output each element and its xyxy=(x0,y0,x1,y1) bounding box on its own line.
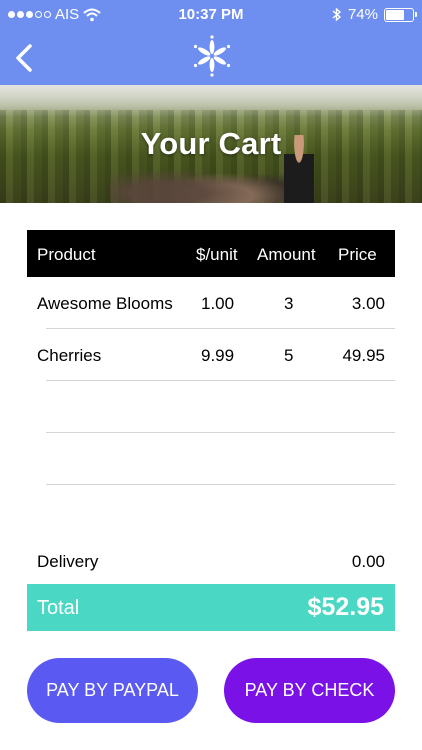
header-amount: Amount xyxy=(257,245,316,264)
row-price: 3.00 xyxy=(351,294,385,313)
row-amount: 3 xyxy=(284,294,294,313)
table-row xyxy=(27,433,395,485)
chevron-left-icon xyxy=(16,44,32,72)
table-row xyxy=(27,381,395,433)
row-product: Cherries xyxy=(37,346,102,365)
total-value: $52.95 xyxy=(307,593,384,621)
nav-bar xyxy=(0,30,422,85)
status-bar: AIS 10:37 PM 74% xyxy=(0,0,422,30)
total-bar: Total $52.95 xyxy=(27,584,395,631)
header-unit: $/unit xyxy=(196,245,238,264)
hero-banner: Your Cart xyxy=(0,85,422,203)
back-button[interactable] xyxy=(6,38,42,78)
row-price: 49.95 xyxy=(342,346,385,365)
delivery-label: Delivery xyxy=(37,552,99,571)
battery-percent: 74% xyxy=(347,6,378,23)
row-unit: 9.99 xyxy=(201,346,235,365)
table-row[interactable]: Cherries 9.99 5 49.95 xyxy=(27,329,395,381)
pay-by-check-button[interactable]: PAY BY CHECK xyxy=(224,658,395,723)
header-price: Price xyxy=(338,245,377,264)
page-title: Your Cart xyxy=(140,126,282,161)
delivery-value: 0.00 xyxy=(351,552,385,571)
battery-icon xyxy=(384,7,417,22)
table-header: Product $/unit Amount Price xyxy=(27,230,395,277)
pay-by-paypal-button[interactable]: PAY BY PAYPAL xyxy=(27,658,198,723)
status-right: 74% xyxy=(332,6,417,23)
header-product: Product xyxy=(37,245,96,264)
flower-logo-icon xyxy=(193,35,231,77)
bluetooth-icon xyxy=(332,7,342,22)
delivery-row: Delivery 0.00 xyxy=(27,548,395,578)
row-unit: 1.00 xyxy=(201,294,235,313)
cart-table: Product $/unit Amount Price Awesome Bloo… xyxy=(27,230,395,485)
table-row[interactable]: Awesome Blooms 1.00 3 3.00 xyxy=(27,277,395,329)
hero-people-image xyxy=(110,155,300,203)
row-product: Awesome Blooms xyxy=(37,294,173,313)
total-label: Total xyxy=(37,597,80,619)
row-amount: 5 xyxy=(284,346,294,365)
